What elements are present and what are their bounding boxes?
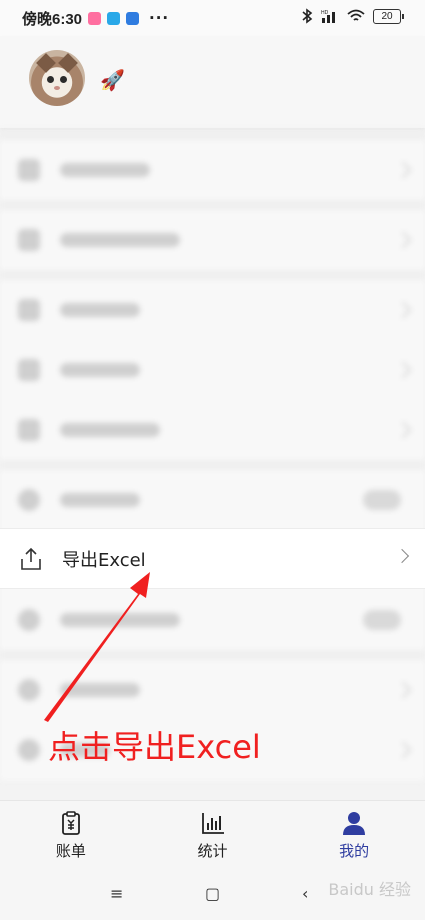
chart-icon [201,812,224,834]
category-icon [18,299,40,321]
chevron-right-icon [394,421,412,439]
svg-text:HD: HD [321,10,329,16]
list-item[interactable] [0,590,425,650]
profile-icon [343,811,366,835]
status-right: HD 20 [301,8,404,24]
chevron-right-icon [394,231,412,249]
bottom-tab-bar: 账单 统计 我的 [0,800,425,869]
tab-label: 统计 [197,841,228,860]
chat-notification-icon [107,11,121,25]
home-icon[interactable]: ▢ [205,884,220,903]
phone-icon [18,229,40,251]
list-item[interactable] [0,470,425,530]
list-item[interactable] [0,400,425,460]
tab-bill[interactable]: 账单 [0,801,142,869]
menu-icon[interactable]: ≡ [110,884,123,903]
battery-icon: 20 [373,8,404,24]
annotation-text: 点击导出Excel [48,728,261,766]
list-item[interactable] [0,210,425,270]
chevron-right-icon [394,301,412,319]
chevron-right-icon [394,681,412,699]
signal-icon: HD [321,10,335,23]
toggle[interactable] [363,490,401,510]
info-icon [18,739,40,761]
chevron-right-icon [394,741,412,759]
settings-list [0,130,425,780]
list-item[interactable] [0,340,425,400]
bluetooth-app-icon [126,11,140,25]
tab-label: 账单 [55,841,86,860]
theme-icon [18,679,40,701]
wifi-icon [347,9,365,21]
edit-icon [18,359,40,381]
status-time: 傍晚6:30 [22,10,83,28]
lock-icon [18,609,40,631]
app-notification-icon [88,11,102,25]
bill-icon [61,810,80,835]
more-notifications-icon: ··· [149,9,170,27]
bluetooth-icon [302,8,313,24]
status-bar: 傍晚6:30 ··· HD 20 [0,0,425,36]
avatar[interactable] [29,50,85,106]
list-item[interactable] [0,660,425,720]
tab-mine[interactable]: 我的 [283,801,425,869]
list-item[interactable] [0,140,425,200]
chevron-right-icon [394,161,412,179]
reminder-icon [18,489,40,511]
tab-statistics[interactable]: 统计 [142,801,284,869]
back-icon[interactable]: ‹ [302,884,308,903]
widget-icon [18,419,40,441]
chevron-right-icon [394,548,410,564]
watermark: Baidu 经验 [328,880,411,899]
chevron-right-icon [394,361,412,379]
export-excel-row[interactable]: 导出Excel [0,528,425,589]
export-excel-label: 导出Excel [62,549,146,571]
share-export-icon [21,547,41,570]
toggle[interactable] [363,610,401,630]
profile-header: 🚀 [0,36,425,128]
tab-label: 我的 [339,841,370,860]
list-item[interactable] [0,280,425,340]
vip-icon [18,159,40,181]
rocket-icon: 🚀 [100,68,125,92]
